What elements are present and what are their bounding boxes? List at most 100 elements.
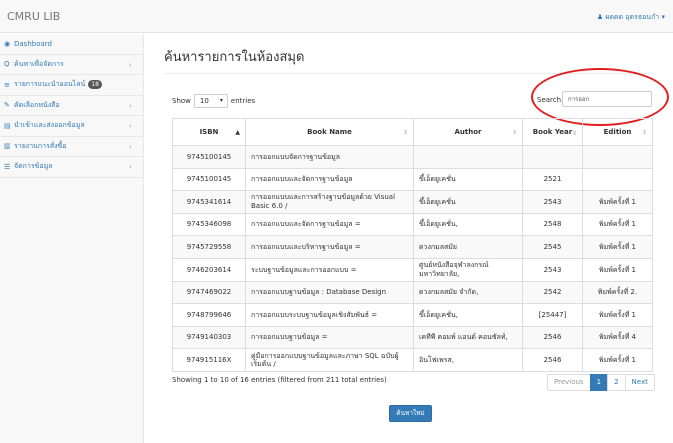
search-label: Search: bbox=[537, 96, 564, 104]
app-brand[interactable]: CMRU LIB bbox=[7, 10, 60, 23]
cell-edition: พิมพ์ครั้งที่ 2. bbox=[582, 280, 653, 305]
cell-author bbox=[413, 145, 523, 169]
cell-author: ดวงกมลสมัย จำกัด, bbox=[413, 280, 523, 305]
show-label: Show bbox=[172, 97, 191, 105]
search-input[interactable] bbox=[562, 91, 652, 107]
sidebar: ◉ Dashboard Q ค้นหาเพื่อจัดการ ‹ ≡ รายกา… bbox=[0, 34, 144, 443]
sidebar-item-label: รายงานการสั่งซื้อ bbox=[14, 141, 67, 150]
page-length-value: 10 bbox=[199, 97, 209, 105]
cell-book-name: การออกแบบและการสร้างฐานข้อมูลด้วย Visual… bbox=[245, 190, 414, 214]
chevron-left-icon: ‹ bbox=[129, 60, 132, 69]
cell-year: 2546 bbox=[522, 348, 583, 372]
column-header-isbn[interactable]: ISBN ▲ bbox=[172, 118, 246, 146]
sidebar-item-import-export[interactable]: ▤ นำเข้าและส่งออกข้อมูล ‹ bbox=[0, 116, 143, 137]
cell-edition: พิมพ์ครั้งที่ 1 bbox=[582, 348, 653, 372]
cell-edition: พิมพ์ครั้งที่ 1 bbox=[582, 212, 653, 237]
sidebar-item-search-manage[interactable]: Q ค้นหาเพื่อจัดการ ‹ bbox=[0, 55, 143, 75]
caret-down-icon: ▾ bbox=[219, 97, 223, 104]
cell-author: ดวงกมลสมัย bbox=[413, 235, 523, 259]
table-row[interactable]: 9745341614 การออกแบบและการสร้างฐานข้อมูลด… bbox=[172, 190, 653, 214]
top-navbar: CMRU LIB ♟ ผดดด อุดรธอนกำ ▾ bbox=[0, 0, 673, 33]
cell-isbn: 9746203614 bbox=[172, 257, 246, 282]
table-row[interactable]: 9746203614 ระบบฐานข้อมูลและการออกแบบ = ศูน… bbox=[172, 257, 653, 282]
cell-book-name: คู่มือการออกแบบฐานข้อมูลและภาษา SQL ฉบับ… bbox=[245, 348, 414, 372]
cell-year: 2543 bbox=[522, 190, 583, 214]
cell-year: 2543 bbox=[522, 257, 583, 282]
user-name: ผดดด อุดรธอนกำ bbox=[605, 13, 660, 21]
column-header-book-name[interactable]: Book Name ⇕ bbox=[245, 118, 414, 146]
chevron-left-icon: ‹ bbox=[129, 142, 132, 151]
cell-author: ขึ้เอ็ดยูเคชั่น, bbox=[413, 212, 523, 237]
cell-isbn: 9748799646 bbox=[172, 303, 246, 327]
cell-author: อินโฟเพรส, bbox=[413, 348, 523, 372]
search-icon: Q bbox=[4, 60, 10, 69]
cell-year bbox=[522, 145, 583, 169]
page-length-select[interactable]: 10 ▾ bbox=[193, 94, 228, 108]
title-divider bbox=[164, 73, 654, 74]
pagination-page-2[interactable]: 2 bbox=[607, 374, 626, 391]
sliders-icon: ☰ bbox=[4, 162, 11, 171]
cell-book-name: การออกแบบและบริหารฐานข้อมูล = bbox=[245, 235, 414, 259]
cell-book-name: การออกแบบระบบฐานข้อมูลเชิงสัมพันธ์ = bbox=[245, 303, 414, 327]
sort-icon: ⇕ bbox=[511, 129, 517, 136]
cell-edition: พิมพ์ครั้งที่ 1 bbox=[582, 257, 653, 282]
sidebar-item-online-recommend[interactable]: ≡ รายการแนะนำออนไลน์ 18 bbox=[0, 75, 143, 96]
column-header-edition[interactable]: Edition ⇕ bbox=[582, 118, 653, 146]
cell-isbn: 9745100145 bbox=[172, 145, 246, 169]
cell-book-name: ระบบฐานข้อมูลและการออกแบบ = bbox=[245, 257, 414, 282]
cell-book-name: การออกแบบจัดการฐานข้อมูล bbox=[245, 145, 414, 169]
cell-isbn: 9749140303 bbox=[172, 325, 246, 350]
cell-edition: พิมพ์ครั้งที่ 4 bbox=[582, 325, 653, 350]
sidebar-item-label: นำเข้าและส่งออกข้อมูล bbox=[14, 121, 85, 130]
table-row[interactable]: 9749140303 การออกแบบฐานข้อมูล = เคทีพี คอม… bbox=[172, 325, 653, 350]
cell-author: เคทีพี คอมพ์ แอนด์ คอนซัลท์, bbox=[413, 325, 523, 350]
cell-year: 2542 bbox=[522, 280, 583, 305]
sidebar-item-select-books[interactable]: ✎ คัดเลือกหนังสือ ‹ bbox=[0, 96, 143, 116]
table-row[interactable]: 9745100145 การออกแบบจัดการฐานข้อมูล bbox=[172, 145, 653, 169]
cell-year: 2546 bbox=[522, 325, 583, 350]
cell-year: 2545 bbox=[522, 235, 583, 259]
cell-edition bbox=[582, 145, 653, 169]
cell-year: 2521 bbox=[522, 167, 583, 192]
cell-book-name: การออกแบบและจัดการฐานข้อมูล = bbox=[245, 212, 414, 237]
cell-author: ขึ้เอ็ดยูเคชั่น, bbox=[413, 303, 523, 327]
page-length-control: Show 10 ▾ entries bbox=[172, 94, 255, 108]
cell-edition: พิมพ์ครั้งที่ 1 bbox=[582, 303, 653, 327]
sidebar-item-label: รายการแนะนำออนไลน์ bbox=[14, 80, 86, 89]
sidebar-item-label: Dashboard bbox=[14, 39, 52, 48]
table-row[interactable]: 9745729558 การออกแบบและบริหารฐานข้อมูล = ด… bbox=[172, 235, 653, 259]
new-search-button[interactable]: ค้นหาใหม่ bbox=[389, 405, 432, 422]
results-table: ISBN ▲ Book Name ⇕ Author ⇕ Book Year ⇕ Edit… bbox=[172, 118, 653, 372]
sidebar-item-dashboard[interactable]: ◉ Dashboard bbox=[0, 34, 143, 55]
pagination: Previous 1 2 Next bbox=[547, 374, 655, 391]
cell-year: 2548 bbox=[522, 212, 583, 237]
table-row[interactable]: 9747469022 การออกแบบฐานข้อมูล : Database … bbox=[172, 280, 653, 305]
table-row[interactable]: 9745346098 การออกแบบและจัดการฐานข้อมูล = ข… bbox=[172, 212, 653, 237]
pagination-next[interactable]: Next bbox=[624, 374, 655, 391]
table-row[interactable]: 9748799646 การออกแบบระบบฐานข้อมูลเชิงสัมพ… bbox=[172, 303, 653, 327]
column-header-book-year[interactable]: Book Year ⇕ bbox=[522, 118, 583, 146]
chevron-left-icon: ‹ bbox=[129, 122, 132, 130]
user-menu[interactable]: ♟ ผดดด อุดรธอนกำ ▾ bbox=[597, 12, 665, 23]
sort-asc-icon: ▲ bbox=[235, 129, 240, 136]
cell-book-name: การออกแบบฐานข้อมูล = bbox=[245, 325, 414, 350]
sidebar-item-label: คัดเลือกหนังสือ bbox=[14, 100, 60, 109]
list-icon: ▤ bbox=[4, 121, 11, 130]
column-header-author[interactable]: Author ⇕ bbox=[413, 118, 523, 146]
sidebar-item-manage-data[interactable]: ☰ จัดการข้อมูล ‹ bbox=[0, 157, 143, 178]
pagination-previous[interactable]: Previous bbox=[547, 374, 591, 391]
sidebar-item-label: จัดการข้อมูล bbox=[14, 162, 53, 171]
table-row[interactable]: 974915116X คู่มือการออกแบบฐานข้อมูลและภาษ… bbox=[172, 348, 653, 372]
page-title: ค้นหารายการในห้องสมุด bbox=[164, 50, 305, 65]
cell-author: ขึ้เอ็ดยูเคชั่น bbox=[413, 167, 523, 192]
cell-author: ศูนย์หนังสือจุฬาลงกรณ์มหาวิทยาลัย, bbox=[413, 257, 523, 282]
cell-book-name: การออกแบบฐานข้อมูล : Database Design bbox=[245, 280, 414, 305]
table-info: Showing 1 to 10 of 16 entries (filtered … bbox=[172, 376, 387, 384]
cart-icon: ≡ bbox=[4, 80, 10, 89]
pagination-page-1[interactable]: 1 bbox=[589, 374, 609, 391]
count-badge: 18 bbox=[88, 80, 102, 90]
cell-book-name: การออกแบบและจัดการฐานข้อมูล bbox=[245, 167, 414, 192]
cell-isbn: 9745346098 bbox=[172, 212, 246, 237]
sidebar-item-order-report[interactable]: ▥ รายงานการสั่งซื้อ ‹ bbox=[0, 137, 143, 157]
table-row[interactable]: 9745100145 การออกแบบและจัดการฐานข้อมูล ขึ้… bbox=[172, 167, 653, 192]
